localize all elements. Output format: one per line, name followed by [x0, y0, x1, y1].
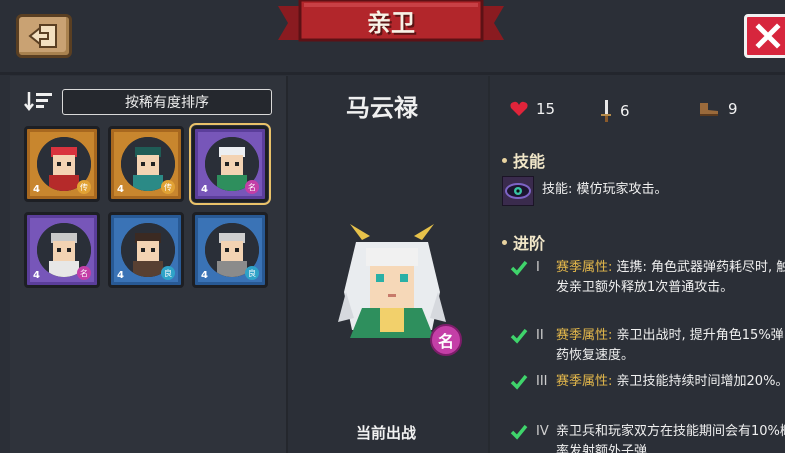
advance-heading: 进阶: [513, 234, 546, 253]
hp-value: 15: [536, 100, 556, 118]
sword-icon: [601, 100, 611, 122]
skill-description: 技能: 模仿玩家攻击。: [542, 182, 668, 197]
deploy-status: 当前出战: [356, 424, 417, 442]
speed-stat: 9: [698, 100, 738, 118]
guard-card[interactable]: 4名: [24, 212, 100, 288]
skill-section-title: 技能: [502, 148, 545, 172]
rarity-badge: 良: [161, 266, 175, 280]
advance-rank: I: [536, 260, 540, 275]
guard-grid: 4传4传4名4名4良4良: [24, 123, 274, 288]
hero-portrait: [338, 224, 446, 338]
boot-icon: [700, 103, 718, 116]
guard-card[interactable]: 4名: [189, 123, 271, 205]
advance-description: 赛季属性: 连携: 角色武器弹药耗尽时, 触发亲卫额外释放1次普通攻击。: [556, 258, 785, 298]
guard-card[interactable]: 4良: [108, 212, 184, 288]
guard-level: 4: [117, 184, 124, 195]
back-arrow-icon: [28, 24, 57, 48]
guard-level: 4: [201, 184, 208, 195]
guard-card[interactable]: 4传: [24, 126, 100, 202]
speed-value: 9: [728, 100, 738, 118]
guard-level: 4: [33, 184, 40, 195]
guard-card[interactable]: 4良: [192, 212, 268, 288]
skill-heading: 技能: [513, 152, 546, 171]
check-icon: [510, 260, 528, 276]
rarity-badge: 名: [245, 180, 259, 194]
advance-rank: II: [536, 328, 544, 343]
advance-text: 亲卫技能持续时间增加20%。: [612, 374, 785, 389]
header-divider: [0, 72, 785, 75]
hp-stat: 15: [510, 100, 555, 118]
guard-level: 4: [33, 270, 40, 281]
check-icon: [510, 328, 528, 344]
sort-icon[interactable]: [24, 90, 54, 112]
advance-rank: III: [536, 374, 548, 389]
back-button[interactable]: [16, 14, 72, 58]
season-attribute-tag: 赛季属性:: [556, 374, 613, 389]
check-icon: [510, 374, 528, 390]
advance-text: 亲卫兵和玩家双方在技能期间会有10%概率发射额外子弹: [556, 424, 785, 453]
advance-description: 赛季属性: 亲卫出战时, 提升角色15%弹药恢复速度。: [556, 326, 785, 366]
hero-name: 马云禄: [346, 94, 418, 122]
eye-icon: [502, 176, 534, 206]
advance-section-title: 进阶: [502, 230, 545, 254]
bullet-icon: [502, 239, 507, 245]
advance-description: 赛季属性: 亲卫技能持续时间增加20%。: [556, 372, 785, 392]
rarity-badge: 良: [245, 266, 259, 280]
page-title: 亲卫: [367, 8, 415, 37]
check-icon: [510, 424, 528, 440]
advance-description: 亲卫兵和玩家双方在技能期间会有10%概率发射额外子弹: [556, 422, 785, 453]
season-attribute-tag: 赛季属性:: [556, 328, 613, 343]
guard-card[interactable]: 4传: [108, 126, 184, 202]
sort-dropdown[interactable]: 按稀有度排序: [62, 89, 272, 115]
heart-icon: [510, 101, 528, 116]
attack-stat: 6: [600, 100, 630, 122]
guard-level: 4: [201, 270, 208, 281]
title-banner: 亲卫: [278, 0, 504, 46]
rarity-badge: 传: [77, 180, 91, 194]
bullet-icon: [502, 157, 507, 163]
guard-level: 4: [117, 270, 124, 281]
rarity-badge: 传: [161, 180, 175, 194]
hero-rarity-badge: 名: [430, 324, 462, 356]
close-button[interactable]: [744, 14, 785, 58]
season-attribute-tag: 赛季属性:: [556, 260, 613, 275]
close-icon: [755, 23, 781, 49]
advance-rank: IV: [536, 424, 549, 439]
attack-value: 6: [620, 102, 630, 120]
rarity-badge: 名: [77, 266, 91, 280]
